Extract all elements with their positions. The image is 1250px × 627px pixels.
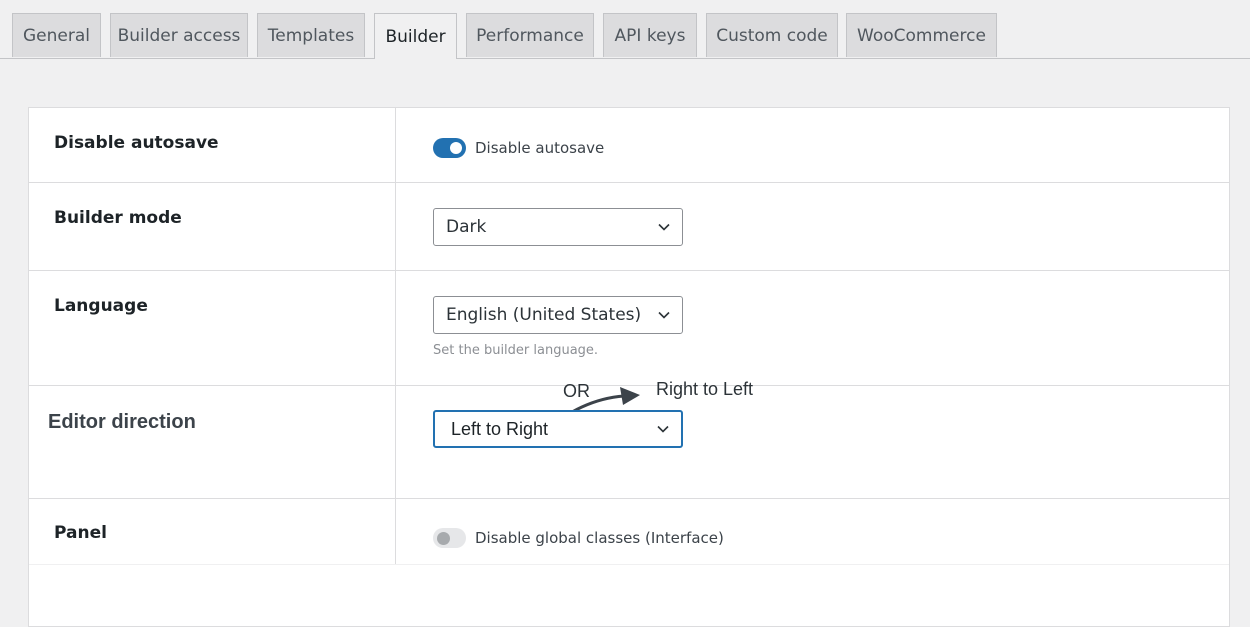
tab-general[interactable]: General	[12, 13, 101, 57]
tab-templates[interactable]: Templates	[257, 13, 365, 57]
annotation-right-to-left: Right to Left	[656, 379, 754, 399]
panel-row-label: Panel	[54, 523, 107, 543]
builder-mode-select[interactable]: Dark	[433, 208, 683, 246]
autosave-row-label: Disable autosave	[54, 133, 219, 153]
tab-woocommerce[interactable]: WooCommerce	[846, 13, 997, 57]
language-label: Language	[54, 296, 148, 316]
editor-direction-select[interactable]: Left to Right	[433, 410, 683, 448]
autosave-toggle-label[interactable]: Disable autosave	[475, 139, 604, 157]
builder-mode-value: Dark	[446, 217, 487, 237]
chevron-down-icon	[658, 311, 670, 319]
tab-custom-code[interactable]: Custom code	[706, 13, 838, 57]
settings-panel: Disable autosave Disable autosave Builde…	[28, 107, 1230, 627]
toggle-knob	[437, 531, 450, 545]
editor-direction-label: Editor direction	[48, 411, 196, 433]
language-value: English (United States)	[446, 305, 642, 325]
global-classes-toggle-label[interactable]: Disable global classes (Interface)	[475, 529, 724, 547]
chevron-down-icon	[658, 223, 670, 231]
tab-api-keys[interactable]: API keys	[603, 13, 697, 57]
row-divider	[29, 270, 1229, 271]
tab-builder-access[interactable]: Builder access	[110, 13, 248, 57]
row-divider	[29, 182, 1229, 183]
toggle-knob	[450, 142, 462, 154]
autosave-toggle[interactable]	[433, 138, 466, 158]
global-classes-toggle[interactable]	[433, 528, 466, 548]
row-divider	[29, 498, 1229, 499]
settings-tabs: General Builder access Templates Builder…	[0, 0, 1250, 59]
builder-mode-label: Builder mode	[54, 208, 182, 228]
row-divider	[29, 564, 1229, 565]
language-select[interactable]: English (United States)	[433, 296, 683, 334]
tab-performance[interactable]: Performance	[466, 13, 594, 57]
language-description: Set the builder language.	[433, 343, 599, 358]
tab-builder[interactable]: Builder	[374, 13, 457, 59]
chevron-down-icon	[657, 425, 669, 433]
column-divider	[395, 108, 396, 564]
editor-direction-value: Left to Right	[451, 418, 549, 439]
